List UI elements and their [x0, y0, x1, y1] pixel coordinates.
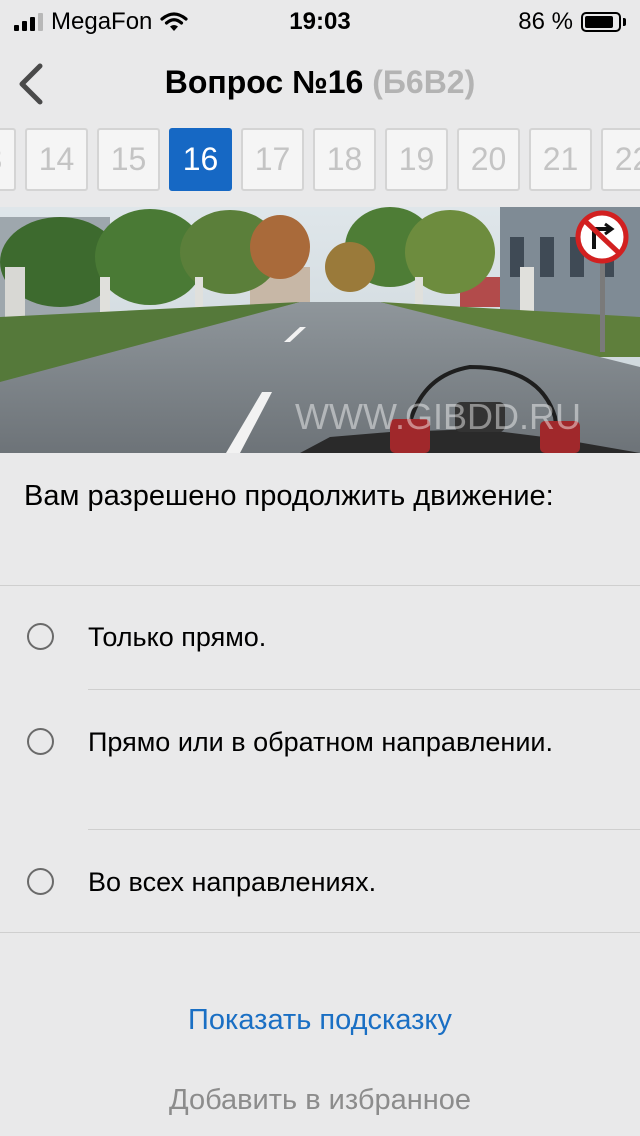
radio-button[interactable] — [27, 728, 54, 755]
question-number-13[interactable]: 13 — [0, 128, 16, 191]
answer-text: Только прямо. — [88, 622, 267, 652]
question-number-20[interactable]: 20 — [457, 128, 520, 191]
page-title: Вопрос №16 (Б6В2) — [0, 64, 640, 101]
radio-button[interactable] — [27, 623, 54, 650]
question-number-16[interactable]: 16 — [169, 128, 232, 191]
status-bar: MegaFon 19:03 86 % — [0, 0, 640, 42]
question-number-21[interactable]: 21 — [529, 128, 592, 191]
question-number-15[interactable]: 15 — [97, 128, 160, 191]
answer-option-3[interactable]: Во всех направлениях. — [0, 830, 640, 932]
question-text: Вам разрешено продолжить движение: — [24, 480, 554, 512]
ticket-code: (Б6В2) — [372, 64, 476, 100]
question-number-14[interactable]: 14 — [25, 128, 88, 191]
answer-text: Во всех направлениях. — [88, 867, 377, 897]
question-number-17[interactable]: 17 — [241, 128, 304, 191]
question-number-18[interactable]: 18 — [313, 128, 376, 191]
radio-button[interactable] — [27, 868, 54, 895]
add-to-favorites-button[interactable]: Добавить в избранное — [0, 1084, 640, 1117]
question-number-strip[interactable]: 13141516171819202122 — [0, 126, 640, 194]
navigation-bar: Вопрос №16 (Б6В2) — [0, 42, 640, 124]
divider — [0, 932, 640, 933]
question-number-19[interactable]: 19 — [385, 128, 448, 191]
question-image: WWW.GIBDD.RU — [0, 207, 640, 453]
question-number-22[interactable]: 22 — [601, 128, 640, 191]
road-scene-illustration: WWW.GIBDD.RU — [0, 207, 640, 453]
question-title: Вопрос №16 — [164, 64, 364, 100]
battery-percent: 86 % — [518, 8, 573, 35]
watermark-text: WWW.GIBDD.RU — [295, 396, 581, 437]
show-hint-button[interactable]: Показать подсказку — [0, 1004, 640, 1037]
battery-icon — [581, 12, 621, 32]
battery-indicator: 86 % — [518, 8, 626, 36]
answer-text: Прямо или в обратном направлении. — [88, 727, 554, 757]
answer-option-2[interactable]: Прямо или в обратном направлении. — [0, 690, 640, 829]
answer-option-1[interactable]: Только прямо. — [0, 586, 640, 689]
